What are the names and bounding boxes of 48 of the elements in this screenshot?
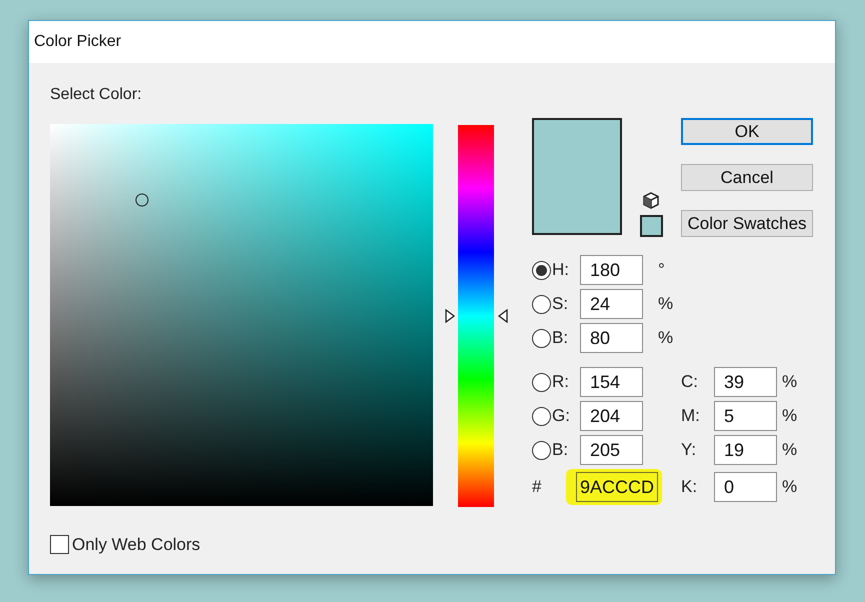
checkbox-label: Only Web Colors [72, 534, 200, 556]
radio-button[interactable] [532, 260, 551, 280]
dialog-button[interactable]: Cancel [681, 164, 813, 191]
field-label: B: [552, 439, 570, 462]
field-label: G: [552, 405, 571, 428]
unit-label: % [781, 439, 795, 462]
value-field[interactable]: 9ACCCD [576, 472, 658, 502]
slider-arrow-icon[interactable] [445, 309, 455, 323]
dialog-button[interactable]: OK [681, 118, 813, 145]
radio-button[interactable] [532, 406, 551, 426]
dialog-button[interactable]: Color Swatches [681, 210, 813, 237]
unit-label: % [781, 371, 795, 394]
radio-button[interactable] [532, 440, 551, 460]
value-field[interactable]: 19 [714, 435, 777, 465]
unit-label: % [657, 293, 674, 316]
field-label: Y: [681, 439, 698, 462]
select-color-label: Select Color: [50, 85, 142, 103]
window-title: Color Picker [34, 32, 122, 52]
unit-label: ° [657, 259, 666, 282]
field-label: K: [681, 476, 698, 498]
value-field[interactable]: 180 [580, 255, 643, 285]
value-field[interactable]: 80 [580, 323, 643, 353]
unit-label: % [657, 327, 674, 350]
value-field[interactable]: 24 [580, 289, 643, 319]
field-label: S: [552, 293, 570, 316]
field-label: H: [552, 259, 570, 282]
color-marker[interactable] [135, 194, 148, 207]
field-label: B: [552, 327, 570, 350]
radio-button[interactable] [532, 372, 551, 392]
value-field[interactable]: 205 [580, 435, 643, 465]
field-label: # [532, 476, 542, 498]
color-field[interactable] [50, 124, 433, 506]
slider-arrow-icon[interactable] [498, 309, 508, 323]
color-swatch[interactable] [640, 215, 662, 237]
cube-icon[interactable] [643, 192, 659, 209]
radio-button[interactable] [532, 294, 551, 314]
checkbox[interactable] [50, 535, 69, 554]
unit-label: % [781, 405, 795, 428]
value-field[interactable]: 154 [580, 367, 643, 397]
value-field[interactable]: 39 [714, 367, 777, 397]
value-field[interactable]: 204 [580, 401, 643, 431]
field-label: C: [681, 371, 699, 394]
value-field[interactable]: 0 [714, 472, 777, 502]
field-label: R: [552, 371, 570, 394]
unit-label: % [781, 476, 795, 498]
radio-button[interactable] [532, 328, 551, 348]
value-field[interactable]: 5 [714, 401, 777, 431]
field-label: M: [681, 405, 701, 428]
